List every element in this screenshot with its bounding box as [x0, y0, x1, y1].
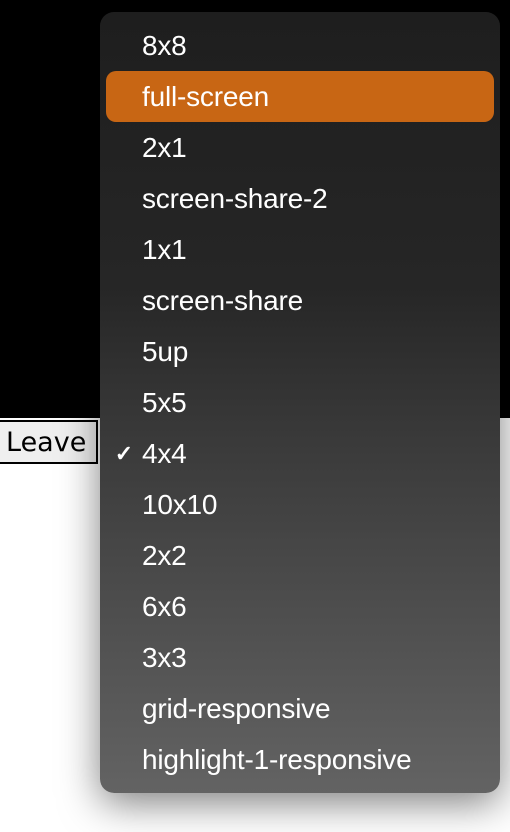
menu-item-label: 5up: [142, 336, 188, 368]
menu-item-check-column: ✓: [106, 441, 142, 467]
menu-item-label: 3x3: [142, 642, 187, 674]
menu-item-10x10[interactable]: 10x10: [106, 479, 494, 530]
checkmark-icon: ✓: [115, 441, 133, 467]
menu-item-8x8[interactable]: 8x8: [106, 20, 494, 71]
menu-item-5up[interactable]: 5up: [106, 326, 494, 377]
menu-item-label: 2x2: [142, 540, 187, 572]
leave-button[interactable]: Leave: [0, 420, 98, 464]
menu-item-2x1[interactable]: 2x1: [106, 122, 494, 173]
menu-item-label: 6x6: [142, 591, 187, 623]
leave-button-label: Leave: [6, 427, 86, 458]
menu-item-grid-responsive[interactable]: grid-responsive: [106, 683, 494, 734]
menu-item-label: 10x10: [142, 489, 217, 521]
menu-item-label: screen-share: [142, 285, 303, 317]
layout-dropdown-menu: 8x8 full-screen 2x1 screen-share-2 1x1 screen…: [100, 12, 500, 793]
menu-item-2x2[interactable]: 2x2: [106, 530, 494, 581]
menu-item-full-screen[interactable]: full-screen: [106, 71, 494, 122]
menu-item-label: highlight-1-responsive: [142, 744, 412, 776]
menu-item-1x1[interactable]: 1x1: [106, 224, 494, 275]
menu-item-5x5[interactable]: 5x5: [106, 377, 494, 428]
menu-item-highlight-1-responsive[interactable]: highlight-1-responsive: [106, 734, 494, 785]
menu-item-label: 8x8: [142, 30, 187, 62]
menu-item-6x6[interactable]: 6x6: [106, 581, 494, 632]
menu-item-label: 5x5: [142, 387, 187, 419]
menu-item-screen-share-2[interactable]: screen-share-2: [106, 173, 494, 224]
menu-item-4x4[interactable]: ✓ 4x4: [106, 428, 494, 479]
menu-item-label: 4x4: [142, 438, 187, 470]
menu-item-label: full-screen: [142, 81, 269, 113]
menu-item-label: 2x1: [142, 132, 187, 164]
menu-item-label: screen-share-2: [142, 183, 328, 215]
menu-item-screen-share[interactable]: screen-share: [106, 275, 494, 326]
menu-item-label: grid-responsive: [142, 693, 330, 725]
menu-item-3x3[interactable]: 3x3: [106, 632, 494, 683]
menu-item-label: 1x1: [142, 234, 187, 266]
